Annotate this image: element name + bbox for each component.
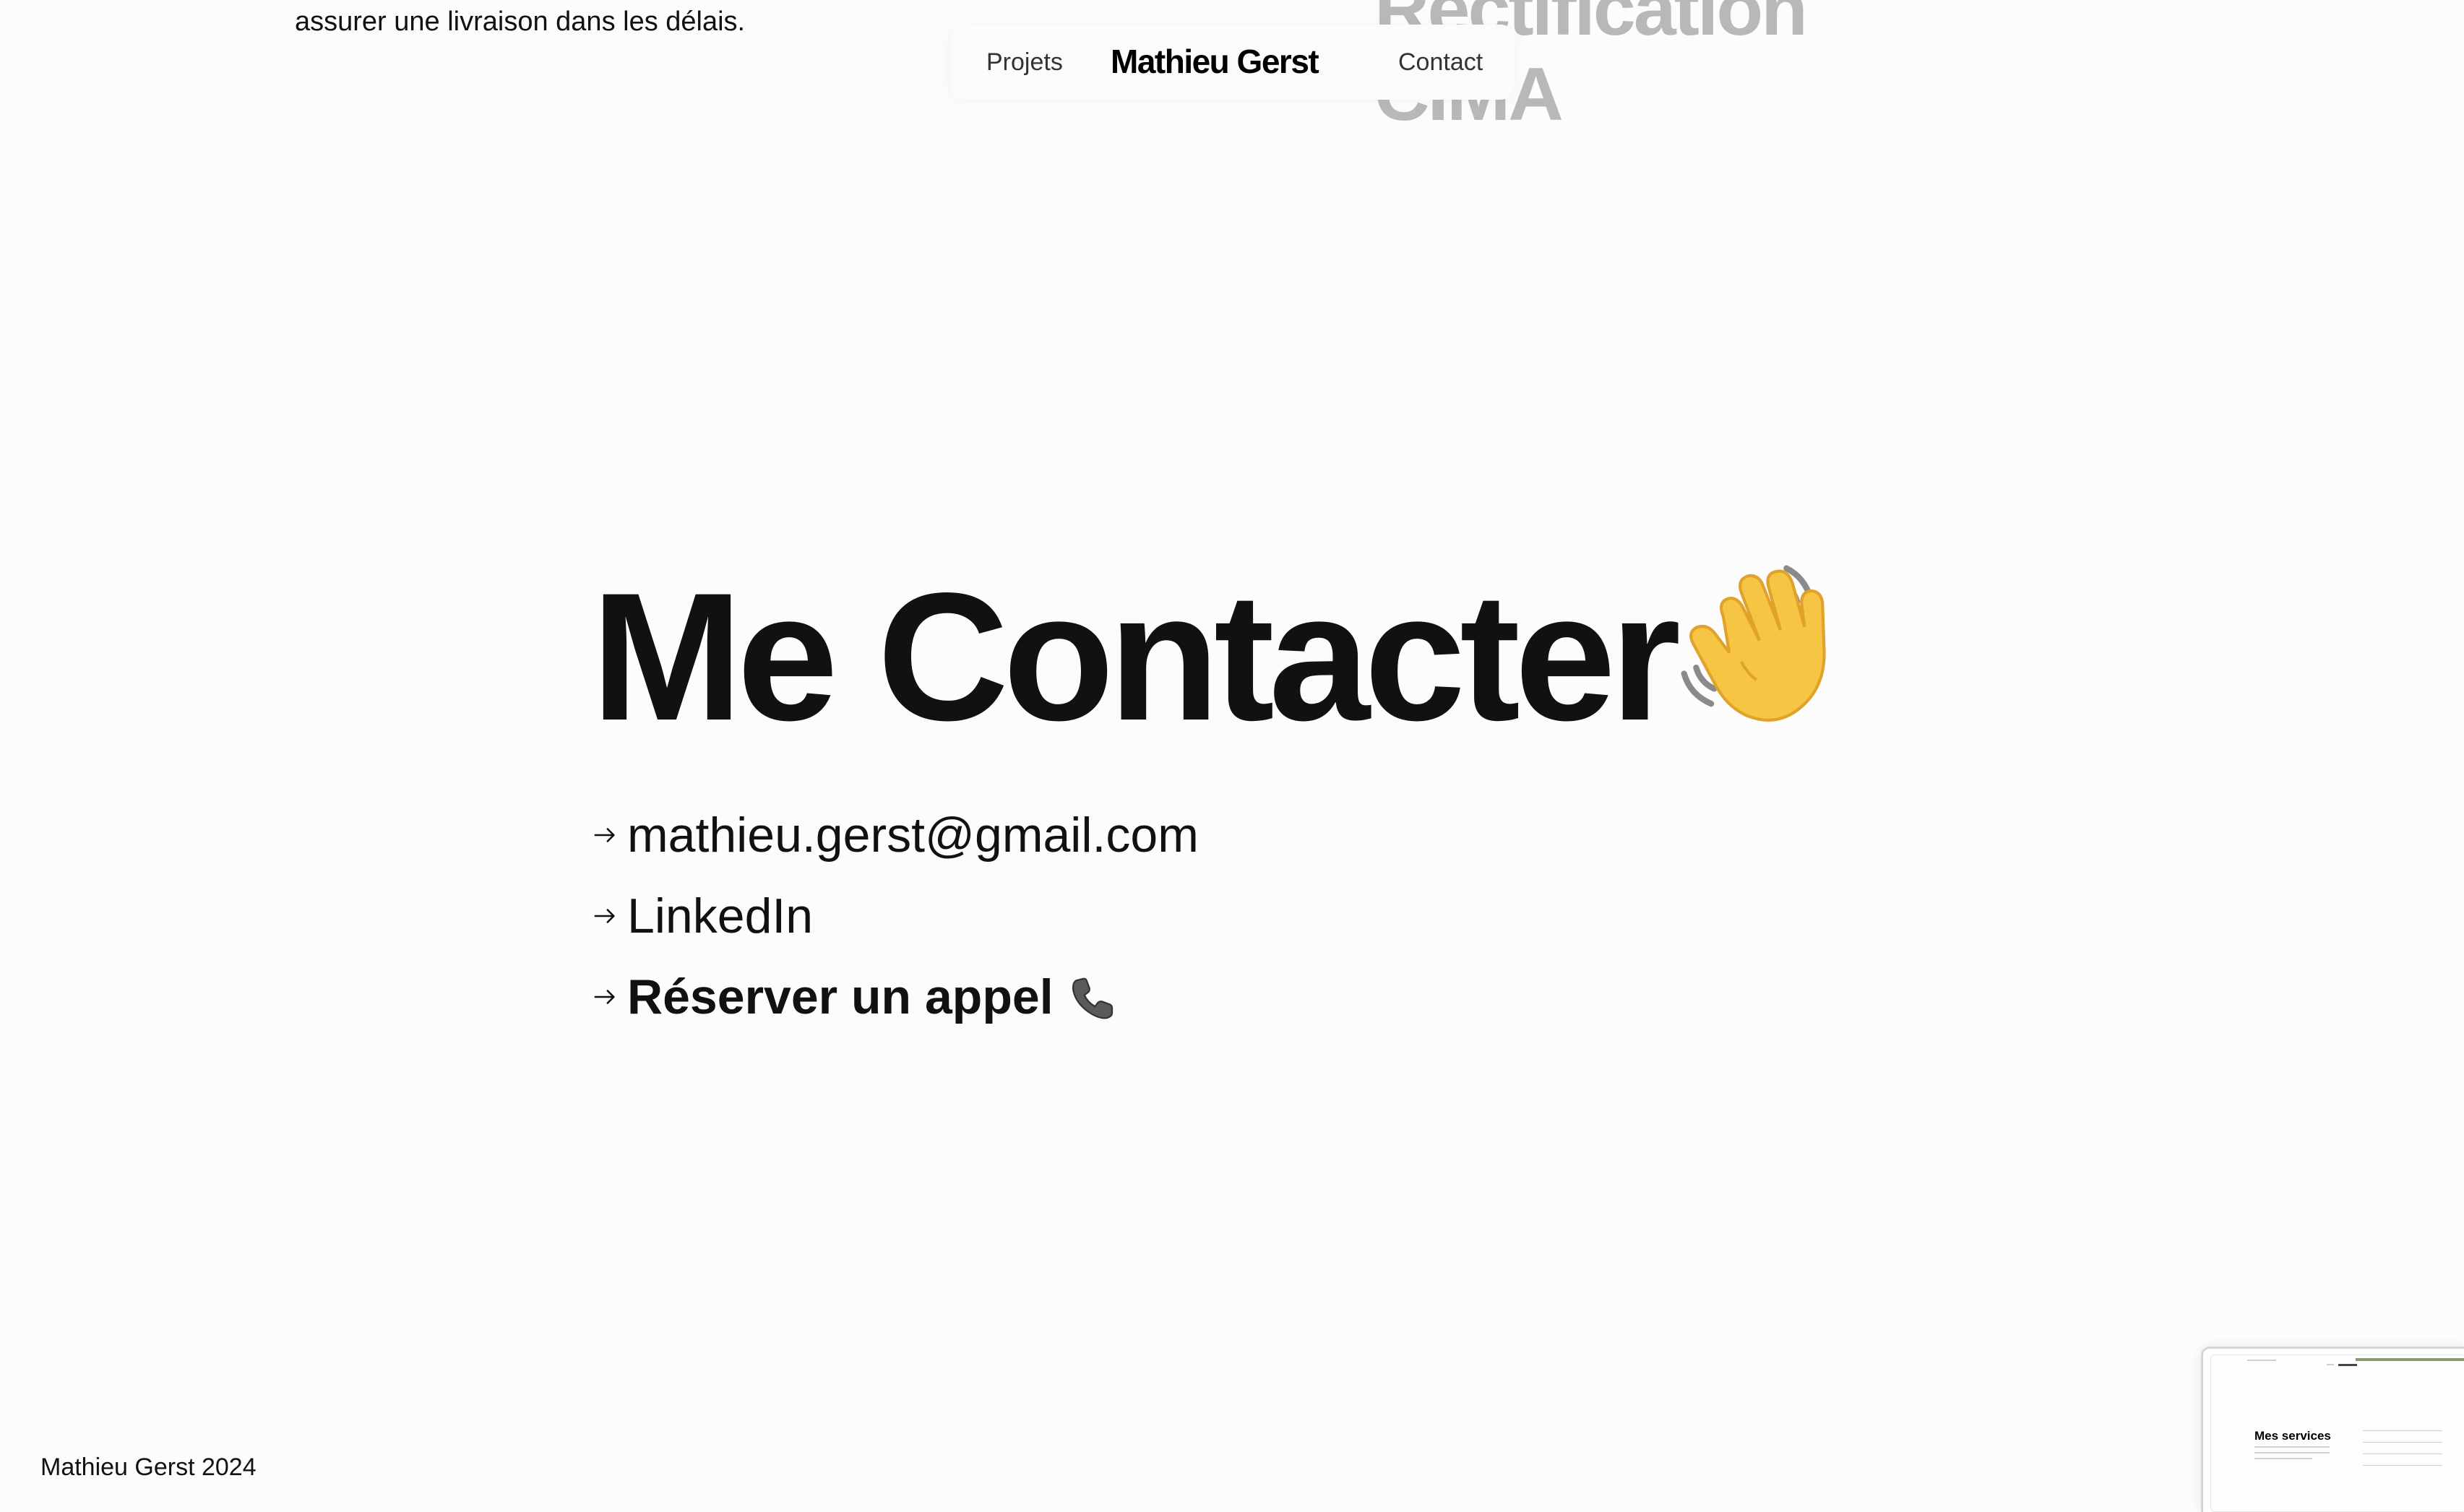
- nav-link-projects[interactable]: Projets: [986, 45, 1063, 79]
- preview-line: [2363, 1453, 2442, 1454]
- arrow-right-icon: [591, 982, 620, 1011]
- preview-line: [2254, 1458, 2312, 1459]
- contact-heading: Me Contacter: [591, 563, 1853, 751]
- arrow-right-icon: [591, 821, 620, 850]
- preview-line: [2254, 1452, 2330, 1453]
- preview-line: [2363, 1430, 2442, 1431]
- brand-logo-link[interactable]: Mathieu Gerst: [1111, 40, 1319, 82]
- preview-top-accent: [2356, 1358, 2464, 1361]
- top-navigation: Projets Mathieu Gerst Contact: [950, 25, 1514, 100]
- book-call-link[interactable]: Réserver un appel: [591, 956, 1853, 1037]
- preview-heading: Mes services: [2254, 1429, 2331, 1443]
- nav-link-contact[interactable]: Contact: [1398, 45, 1483, 79]
- linkedin-link[interactable]: LinkedIn: [591, 876, 1853, 956]
- arrow-right-icon: [591, 902, 620, 930]
- preview-frame: Mes services: [2210, 1355, 2464, 1512]
- waving-hand-icon: [1672, 556, 1853, 744]
- book-call-link-text[interactable]: Réserver un appel: [627, 964, 1054, 1029]
- preview-line: [2247, 1360, 2276, 1361]
- section-description-text: assurer une livraison dans les délais.: [295, 7, 746, 37]
- contact-section: Me Contacter mathieu.gerst@gmail.com Lin…: [591, 563, 1853, 1037]
- preview-line: [2363, 1442, 2442, 1443]
- footer-copyright: Mathieu Gerst 2024: [40, 1453, 257, 1481]
- email-link[interactable]: mathieu.gerst@gmail.com: [591, 795, 1853, 876]
- contact-heading-text: Me Contacter: [591, 556, 1681, 759]
- contact-links: mathieu.gerst@gmail.com LinkedIn Réserve…: [591, 795, 1853, 1037]
- page-preview-thumbnail[interactable]: Mes services: [2201, 1347, 2464, 1512]
- preview-line: [2254, 1446, 2330, 1448]
- preview-line: [2327, 1364, 2334, 1365]
- email-link-text[interactable]: mathieu.gerst@gmail.com: [627, 803, 1199, 868]
- preview-line: [2363, 1465, 2442, 1466]
- linkedin-link-text[interactable]: LinkedIn: [627, 884, 813, 949]
- preview-line: [2338, 1364, 2357, 1366]
- telephone-icon: [1067, 972, 1119, 1024]
